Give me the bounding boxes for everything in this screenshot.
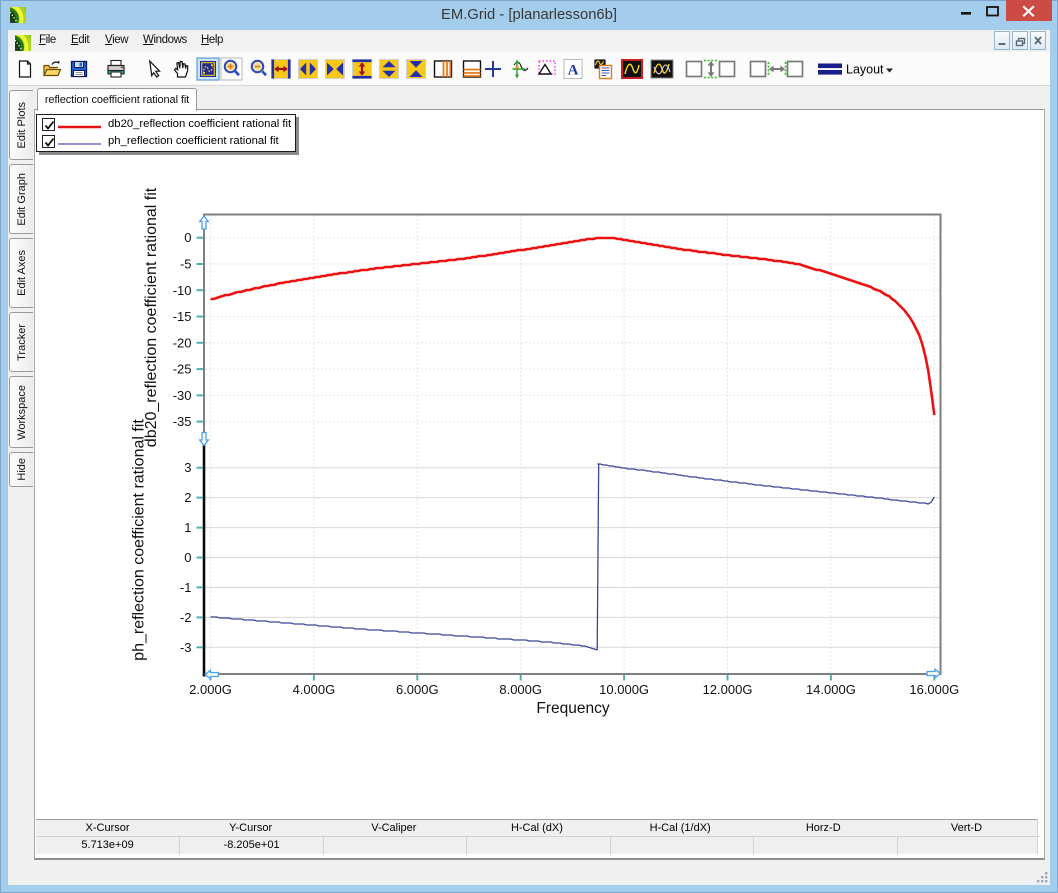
svg-text:Layout: Layout xyxy=(846,63,884,77)
svg-text:A: A xyxy=(568,63,579,79)
